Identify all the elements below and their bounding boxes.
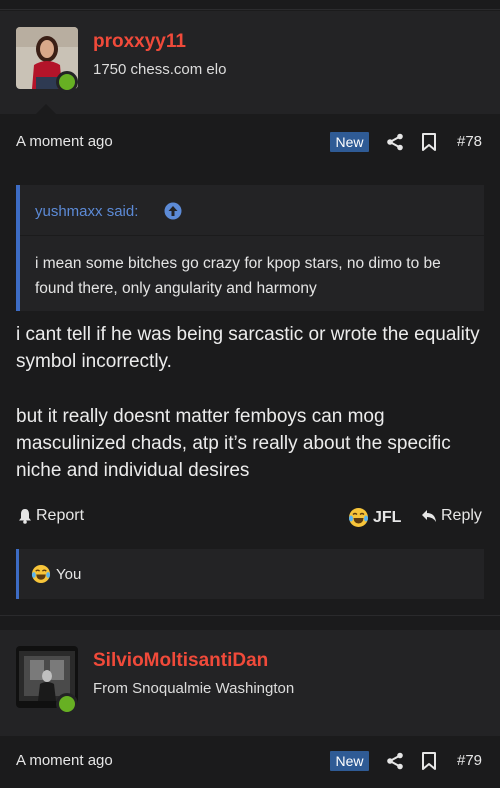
new-badge: New — [330, 751, 369, 771]
username-link[interactable]: proxxyy11 — [93, 31, 186, 53]
quote-block: yushmaxx said: i mean some bitches go cr… — [16, 185, 484, 311]
online-status-indicator — [56, 71, 78, 93]
post-divider — [0, 615, 500, 616]
report-button[interactable]: Report — [18, 507, 84, 525]
reaction-button[interactable]: JFL — [348, 507, 401, 528]
reply-label: Reply — [441, 507, 482, 524]
post-timestamp[interactable]: A moment ago — [16, 133, 113, 150]
post-body-paragraph: i cant tell if he was being sarcastic or… — [16, 324, 480, 372]
post-number-link[interactable]: #78 — [457, 133, 482, 150]
post-author-header: SilvioMoltisantiDan From Snoqualmie Wash… — [0, 630, 500, 736]
laughing-crying-emoji-icon — [349, 508, 368, 527]
share-icon[interactable] — [386, 133, 404, 151]
post-actions-bar: Report JFL Reply — [0, 505, 500, 529]
post-meta-bar: A moment ago New #79 — [0, 744, 500, 778]
bookmark-icon[interactable] — [421, 752, 437, 770]
share-icon[interactable] — [386, 752, 404, 770]
post-number-link[interactable]: #79 — [457, 752, 482, 769]
reply-button[interactable]: Reply — [421, 507, 482, 525]
reaction-label: JFL — [373, 508, 402, 526]
reactions-users: You — [56, 565, 82, 583]
user-title: 1750 chess.com elo — [93, 61, 227, 78]
quote-author-link[interactable]: yushmaxx said: — [35, 203, 138, 220]
quote-divider — [20, 235, 484, 236]
bell-icon — [19, 509, 31, 524]
top-divider — [0, 0, 500, 10]
post-meta-bar: A moment ago New #78 — [0, 125, 500, 159]
laughing-crying-emoji-icon — [31, 564, 51, 584]
user-title: From Snoqualmie Washington — [93, 680, 295, 697]
online-status-indicator — [56, 693, 78, 715]
bookmark-icon[interactable] — [421, 133, 437, 151]
header-caret — [36, 104, 56, 114]
arrow-up-circle-icon[interactable] — [164, 202, 182, 220]
post-timestamp[interactable]: A moment ago — [16, 752, 113, 769]
reply-arrow-icon — [422, 510, 436, 522]
post-author-header: proxxyy11 1750 chess.com elo — [0, 11, 500, 114]
report-label: Report — [36, 507, 85, 524]
new-badge: New — [330, 132, 369, 152]
quote-text: i mean some bitches go crazy for kpop st… — [35, 255, 441, 297]
post-body-paragraph: but it really doesnt matter femboys can … — [16, 406, 451, 481]
username-link[interactable]: SilvioMoltisantiDan — [93, 650, 268, 672]
reactions-summary[interactable]: You — [16, 549, 484, 599]
